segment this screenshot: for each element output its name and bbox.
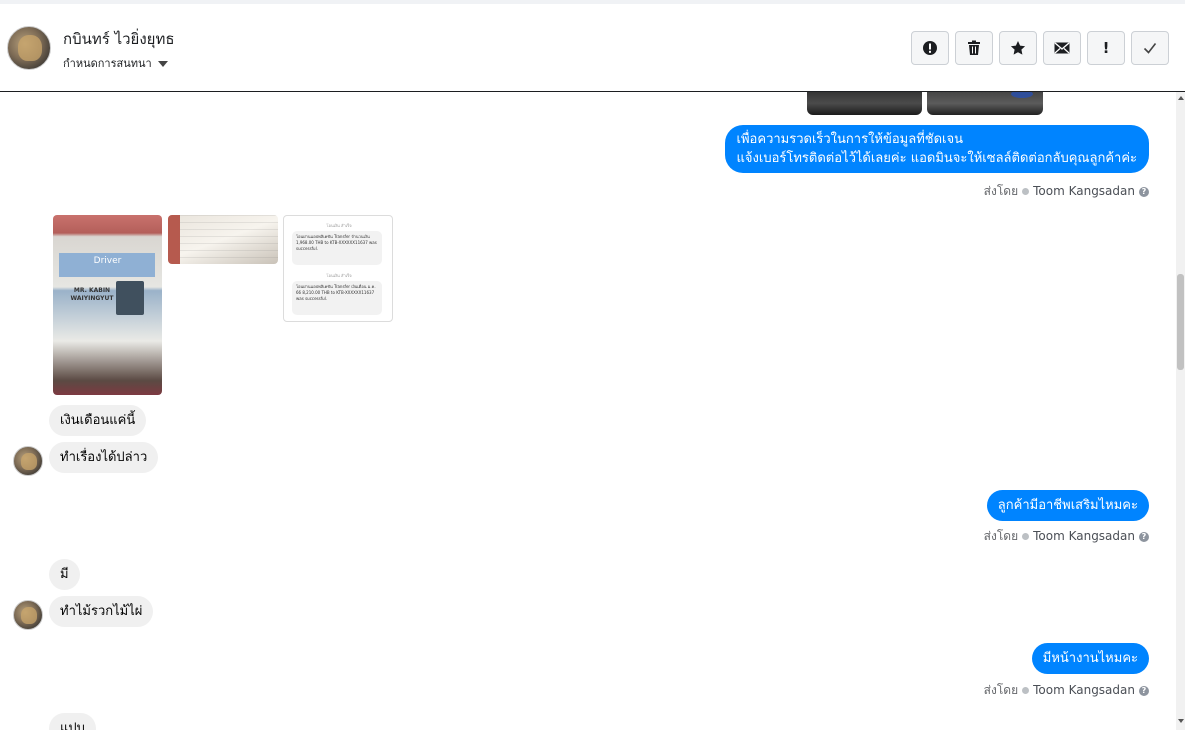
- customer-name[interactable]: กบินทร์ ไวยิ่งยุทธ: [63, 27, 174, 51]
- message-thread[interactable]: เพื่อความรวดเร็วในการให้ข้อมูลที่ชัดเจน …: [0, 92, 1176, 730]
- incoming-message: ทำเรื่องได้ปล่าว: [49, 442, 159, 473]
- card-role-label: Driver: [93, 256, 122, 266]
- trash-icon: [968, 40, 980, 55]
- agent-name[interactable]: Toom Kangsadan: [1033, 683, 1135, 697]
- scroll-down-arrow[interactable]: [1178, 719, 1184, 723]
- conversation-header: กบินทร์ ไวยิ่งยุทธ กำหนดการสนทนา !: [0, 4, 1185, 92]
- agent-avatar-icon: [1022, 533, 1030, 540]
- assign-conversation-dropdown[interactable]: กำหนดการสนทนา: [63, 54, 168, 72]
- card-photo: [116, 281, 144, 315]
- customer-avatar-small[interactable]: [13, 600, 43, 630]
- help-icon[interactable]: ?: [1139, 531, 1149, 542]
- agent-name[interactable]: Toom Kangsadan: [1033, 184, 1135, 198]
- scroll-up-arrow[interactable]: [1178, 96, 1184, 100]
- delete-button[interactable]: [955, 31, 993, 65]
- agent-avatar-icon: [1022, 188, 1030, 195]
- car-logo: [1011, 92, 1033, 98]
- agent-avatar-icon: [1022, 687, 1030, 694]
- slip-header: โอนเงิน สำเร็จ: [326, 273, 352, 278]
- sent-by-label: ส่งโดย Toom Kangsadan?: [984, 681, 1149, 700]
- card-name-line: MR. KABIN: [73, 287, 111, 294]
- message-line: เพื่อความรวดเร็วในการให้ข้อมูลที่ชัดเจน: [736, 132, 963, 147]
- document-edge: [168, 215, 180, 264]
- incoming-message: ทำไม้รวกไม้ไผ่: [49, 596, 154, 627]
- incoming-message: แปบ: [49, 713, 96, 730]
- caret-down-icon: [157, 61, 168, 67]
- outgoing-message: มีหน้างานไหมคะ: [1031, 643, 1149, 674]
- chat-scrollbar[interactable]: [1176, 92, 1185, 730]
- slip-detail: โอนผ่านแอปพลิเคชัน Transfer จำนวนเงิน 1,…: [292, 231, 382, 265]
- follow-up-button[interactable]: !: [1087, 31, 1125, 65]
- customer-avatar-small[interactable]: [13, 446, 43, 476]
- incoming-message: มี: [49, 559, 80, 590]
- outgoing-image-attachment[interactable]: [927, 92, 1043, 115]
- envelope-icon: [1054, 42, 1070, 54]
- sent-by-label: ส่งโดย Toom Kangsadan?: [984, 182, 1149, 201]
- exclamation-icon: !: [1102, 39, 1110, 57]
- star-icon: [1010, 41, 1026, 55]
- star-button[interactable]: [999, 31, 1037, 65]
- alert-circle-icon: [923, 41, 937, 55]
- report-button[interactable]: [911, 31, 949, 65]
- outgoing-message: เพื่อความรวดเร็วในการให้ข้อมูลที่ชัดเจน …: [724, 125, 1149, 173]
- outgoing-message: ลูกค้ามีอาชีพเสริมไหมคะ: [986, 490, 1149, 521]
- agent-name[interactable]: Toom Kangsadan: [1033, 529, 1135, 543]
- help-icon[interactable]: ?: [1139, 685, 1149, 696]
- incoming-image-id-card[interactable]: Driver MR. KABIN WAIYINGYUT: [53, 215, 162, 395]
- incoming-image-document[interactable]: [168, 215, 278, 264]
- mark-unread-button[interactable]: [1043, 31, 1081, 65]
- sent-by-label: ส่งโดย Toom Kangsadan?: [984, 527, 1149, 546]
- incoming-image-transfer-slip[interactable]: โอนเงิน สำเร็จ โอนผ่านแอปพลิเคชัน Transf…: [283, 215, 393, 322]
- sent-by-text: ส่งโดย: [983, 683, 1019, 697]
- sent-by-text: ส่งโดย: [983, 529, 1019, 543]
- customer-avatar[interactable]: [7, 26, 51, 70]
- check-icon: [1143, 43, 1157, 54]
- slip-header: โอนเงิน สำเร็จ: [326, 223, 352, 228]
- incoming-message: เงินเดือนแค่นี้: [49, 405, 147, 436]
- slip-detail: โอนผ่านแอปพลิเคชัน Transfer เงินเดือน ม.…: [292, 281, 382, 315]
- scrollbar-thumb[interactable]: [1177, 274, 1184, 370]
- help-icon[interactable]: ?: [1139, 186, 1149, 197]
- mark-done-button[interactable]: [1131, 31, 1169, 65]
- card-name-line: WAIYINGYUT: [70, 295, 114, 302]
- header-actions: !: [911, 31, 1169, 65]
- message-line: แจ้งเบอร์โทรติดต่อไว้ได้เลยค่ะ แอดมินจะใ…: [736, 151, 1137, 166]
- sent-by-text: ส่งโดย: [983, 184, 1019, 198]
- outgoing-image-attachment[interactable]: [807, 92, 922, 115]
- assign-conversation-label: กำหนดการสนทนา: [63, 57, 152, 70]
